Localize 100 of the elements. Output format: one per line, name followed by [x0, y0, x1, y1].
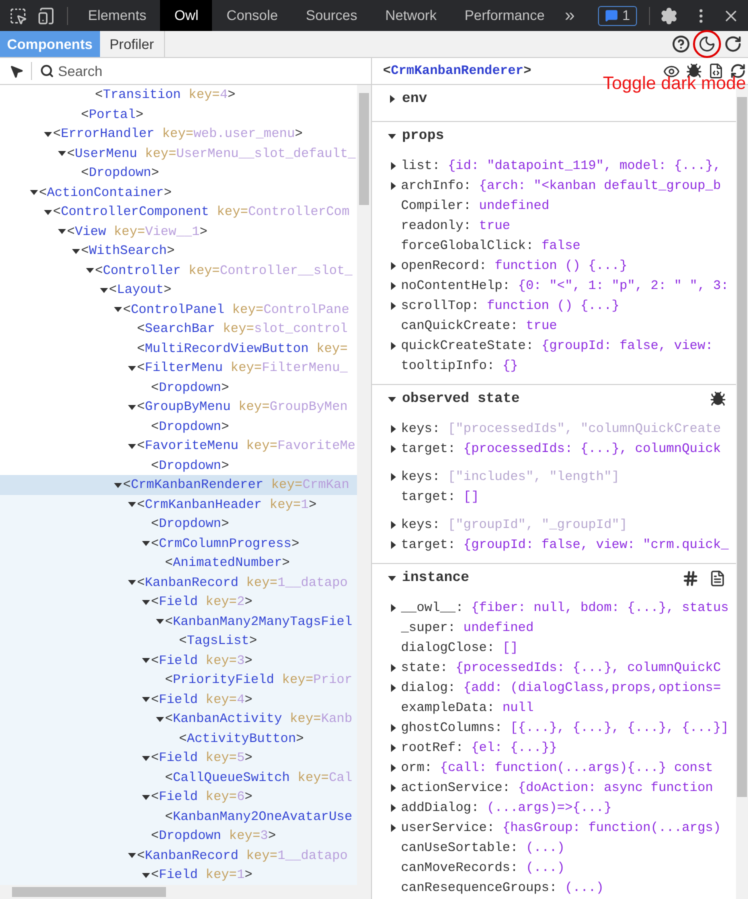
collapse-triangle-icon[interactable] [388, 574, 396, 582]
collapse-triangle-icon[interactable] [128, 851, 136, 860]
tree-node[interactable]: <ControlPanel key=ControlPane [123, 300, 350, 319]
tree-node[interactable]: <Dropdown> [151, 416, 230, 436]
collapse-triangle-icon[interactable] [30, 188, 38, 196]
section-title[interactable]: props [402, 126, 444, 146]
expand-triangle-icon[interactable] [389, 724, 397, 732]
horizontal-scrollbar[interactable] [0, 885, 371, 899]
expand-triangle-icon[interactable] [389, 684, 397, 692]
help-icon[interactable] [672, 35, 690, 53]
select-element-icon[interactable] [9, 64, 24, 78]
expand-triangle-icon[interactable] [389, 764, 397, 772]
collapse-triangle-icon[interactable] [128, 500, 136, 508]
expand-triangle-icon[interactable] [389, 262, 397, 270]
section-title[interactable]: instance [402, 568, 470, 588]
expand-triangle-icon[interactable] [389, 302, 397, 310]
collapse-triangle-icon[interactable] [100, 286, 108, 294]
tree-node[interactable]: <Transition key=4> [95, 85, 236, 104]
tree-node[interactable]: <Dropdown> [151, 378, 230, 397]
search-field[interactable]: Search [58, 60, 358, 82]
collapse-triangle-icon[interactable] [142, 598, 150, 606]
tree-node[interactable]: <ActionContainer> [39, 182, 172, 202]
tree-node[interactable]: <View key=View__1> [67, 222, 208, 241]
tree-node[interactable]: <Layout> [109, 280, 172, 300]
tree-node[interactable]: <MultiRecordViewButton key= [137, 338, 348, 358]
expand-triangle-icon[interactable] [389, 824, 397, 832]
devtools-tab[interactable]: Owl [160, 0, 212, 31]
collapse-triangle-icon[interactable] [128, 402, 136, 411]
refresh-icon[interactable] [724, 35, 742, 53]
collapse-triangle-icon[interactable] [388, 395, 396, 403]
tree-node[interactable]: <GroupByMenu key=GroupByMen [137, 397, 348, 416]
section-title[interactable]: observed state [402, 388, 520, 410]
property-text: canResequenceGroups: (...) [401, 879, 604, 898]
expand-triangle-icon[interactable] [389, 445, 397, 453]
tree-node[interactable]: <Controller key=Controller__slot_ [95, 260, 352, 280]
expand-triangle-icon[interactable] [389, 541, 397, 549]
messages-badge[interactable]: 1 [598, 6, 637, 26]
settings-icon[interactable] [660, 6, 678, 24]
expand-triangle-icon[interactable] [388, 95, 396, 103]
expand-triangle-icon[interactable] [389, 342, 397, 350]
expand-triangle-icon[interactable] [389, 182, 397, 190]
vertical-scrollbar[interactable] [357, 85, 371, 885]
devtools-tab[interactable]: Elements [74, 0, 160, 31]
expand-triangle-icon[interactable] [389, 473, 397, 481]
property-text: addDialog: (...args)=>{...} [401, 799, 612, 818]
tree-node[interactable]: <Portal> [81, 104, 144, 124]
collapse-triangle-icon[interactable] [388, 132, 396, 140]
tree-node[interactable]: <SearchBar key=slot_control [137, 319, 348, 338]
collapse-triangle-icon[interactable] [86, 266, 94, 274]
expand-triangle-icon[interactable] [389, 521, 397, 529]
expand-triangle-icon[interactable] [389, 162, 397, 170]
more-tabs-button[interactable]: » [558, 2, 581, 29]
panel-tab[interactable]: Profiler [100, 31, 165, 57]
tree-node[interactable]: <WithSearch> [81, 241, 175, 260]
tree-node[interactable]: <Dropdown> [151, 456, 230, 475]
collapse-triangle-icon[interactable] [58, 227, 66, 236]
tree-node[interactable]: <UserMenu key=UserMenu__slot_default_ [67, 144, 356, 163]
collapse-triangle-icon[interactable] [142, 870, 150, 879]
collapse-triangle-icon[interactable] [44, 208, 52, 216]
property-text: openRecord: function () {...} [401, 257, 628, 276]
expand-triangle-icon[interactable] [389, 744, 397, 752]
expand-triangle-icon[interactable] [389, 425, 397, 433]
tree-node[interactable]: <ErrorHandler key=web.user_menu> [53, 124, 303, 144]
collapse-triangle-icon[interactable] [44, 130, 52, 138]
expand-triangle-icon[interactable] [389, 804, 397, 812]
expand-triangle-icon[interactable] [389, 664, 397, 672]
tree-node[interactable]: <Dropdown> [81, 163, 160, 182]
expand-triangle-icon[interactable] [389, 282, 397, 290]
devtools-tab[interactable]: Console [212, 0, 292, 31]
expand-triangle-icon[interactable] [389, 784, 397, 792]
inspect-icon[interactable] [9, 6, 27, 24]
tree-node[interactable]: <FavoriteMenu key=FavoriteMe [137, 436, 356, 456]
collapse-triangle-icon[interactable] [114, 305, 122, 314]
collapse-triangle-icon[interactable] [142, 754, 150, 762]
device-icon[interactable] [37, 6, 55, 24]
collapse-triangle-icon[interactable] [128, 578, 136, 586]
collapse-triangle-icon[interactable] [142, 792, 150, 801]
collapse-triangle-icon[interactable] [114, 480, 122, 489]
tree-node[interactable]: <ControllerComponent key=ControllerCom [53, 202, 350, 222]
collapse-triangle-icon[interactable] [72, 246, 80, 255]
collapse-triangle-icon[interactable] [128, 364, 136, 372]
collapse-triangle-icon[interactable] [142, 656, 150, 664]
devtools-tab[interactable]: Performance [450, 0, 559, 31]
collapse-triangle-icon[interactable] [58, 149, 66, 158]
hash-icon[interactable] [682, 570, 699, 586]
collapse-triangle-icon[interactable] [156, 617, 164, 626]
expand-triangle-icon[interactable] [389, 604, 397, 612]
collapse-triangle-icon[interactable] [128, 442, 136, 450]
dark-mode-icon[interactable] [698, 35, 716, 53]
collapse-triangle-icon[interactable] [142, 539, 150, 548]
tree-node[interactable]: <FilterMenu key=FilterMenu_ [137, 358, 348, 378]
property-text: actionService: {doAction: async function [401, 779, 714, 798]
devtools-tab[interactable]: Network [371, 0, 451, 31]
collapse-triangle-icon[interactable] [156, 714, 164, 723]
bug-icon[interactable] [710, 391, 726, 407]
collapse-triangle-icon[interactable] [142, 695, 150, 704]
document-icon[interactable] [709, 570, 726, 586]
section-title[interactable]: env [402, 88, 428, 110]
property-text: dialogClose: [] [401, 639, 518, 658]
devtools-tab[interactable]: Sources [292, 0, 372, 31]
